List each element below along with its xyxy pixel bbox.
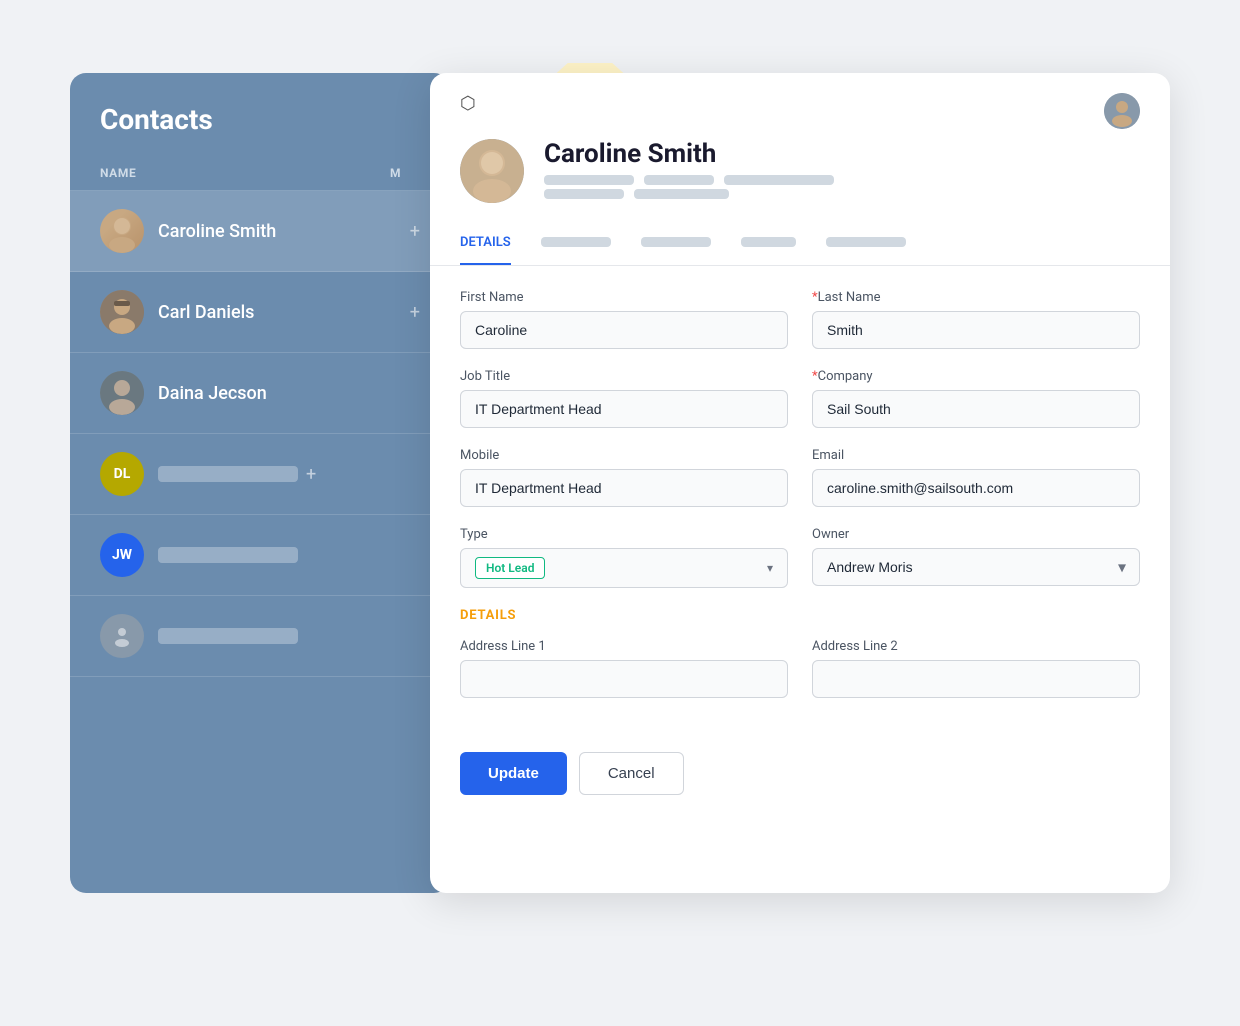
contact-header-info: Caroline Smith [544, 139, 834, 203]
form-group-email: Email [812, 448, 1140, 507]
input-address1[interactable] [460, 660, 788, 698]
form-group-jobtitle: Job Title [460, 369, 788, 428]
contact-add-dl[interactable]: + [306, 464, 316, 485]
contact-add-carl[interactable]: + [410, 302, 420, 323]
contact-name-jw-placeholder [158, 547, 298, 563]
form-group-company: *Company [812, 369, 1140, 428]
form-body: First Name *Last Name Job Title *Company [430, 266, 1170, 742]
label-owner: Owner [812, 527, 1140, 542]
update-button[interactable]: Update [460, 752, 567, 795]
button-row: Update Cancel [430, 742, 1170, 795]
label-lastname: *Last Name [812, 290, 1140, 305]
form-row-mobile: Mobile Email [460, 448, 1140, 507]
placeholder-1 [544, 175, 634, 185]
form-group-owner: Owner Andrew Moris [812, 527, 1140, 588]
label-address2: Address Line 2 [812, 639, 1140, 654]
avatar-placeholder [100, 614, 144, 658]
hot-lead-badge: Hot Lead [475, 557, 545, 579]
contact-row-carl[interactable]: Carl Daniels + [70, 272, 450, 353]
form-row-type: Type Hot Lead ▾ Owner Andrew Moris [460, 527, 1140, 588]
contact-header: Caroline Smith [430, 129, 1170, 203]
form-group-mobile: Mobile [460, 448, 788, 507]
user-avatar-small [1104, 93, 1140, 129]
tab-placeholder-5 [826, 237, 906, 247]
form-group-type: Type Hot Lead ▾ [460, 527, 788, 588]
input-jobtitle[interactable] [460, 390, 788, 428]
col-name-header: NAME [100, 166, 390, 180]
placeholder-4 [544, 189, 624, 199]
tab-5[interactable] [826, 219, 906, 265]
avatar-carl [100, 290, 144, 334]
tab-details[interactable]: DETAILS [460, 221, 511, 264]
contact-add-caroline[interactable]: + [410, 221, 420, 242]
section-label-details: DETAILS [460, 608, 1140, 623]
label-type: Type [460, 527, 788, 542]
label-company: *Company [812, 369, 1140, 384]
contact-row-jw[interactable]: JW [70, 515, 450, 596]
form-row-jobtitle: Job Title *Company [460, 369, 1140, 428]
placeholder-3 [724, 175, 834, 185]
form-group-lastname: *Last Name [812, 290, 1140, 349]
sidebar-title: Contacts [70, 103, 450, 156]
input-mobile[interactable] [460, 469, 788, 507]
panel-header: ⬡ [430, 73, 1170, 129]
contact-name-dl-placeholder [158, 466, 298, 482]
tab-2[interactable] [541, 219, 611, 265]
form-group-firstname: First Name [460, 290, 788, 349]
form-group-address2: Address Line 2 [812, 639, 1140, 698]
sidebar-header: NAME M [70, 156, 450, 191]
cancel-button[interactable]: Cancel [579, 752, 684, 795]
contact-name-caroline: Caroline Smith [158, 221, 402, 242]
tab-placeholder-2 [541, 237, 611, 247]
contact-main-name: Caroline Smith [544, 139, 834, 169]
expand-icon[interactable]: ⬡ [460, 93, 476, 114]
form-row-name: First Name *Last Name [460, 290, 1140, 349]
label-address1: Address Line 1 [460, 639, 788, 654]
placeholder-5 [634, 189, 729, 199]
contact-main-avatar [460, 139, 524, 203]
sidebar: Contacts NAME M Caroline Smith + [70, 73, 450, 893]
type-dropdown-arrow: ▾ [767, 561, 773, 575]
input-email[interactable] [812, 469, 1140, 507]
contact-row-placeholder[interactable] [70, 596, 450, 677]
tab-placeholder-4 [741, 237, 796, 247]
type-field[interactable]: Hot Lead ▾ [460, 548, 788, 588]
placeholder-2 [644, 175, 714, 185]
col-m-header: M [390, 166, 420, 180]
tabs: DETAILS [430, 219, 1170, 266]
input-company[interactable] [812, 390, 1140, 428]
avatar-dl: DL [100, 452, 144, 496]
contact-row-dl[interactable]: DL + [70, 434, 450, 515]
detail-panel: ⬡ Caroline Smith [430, 73, 1170, 893]
tab-4[interactable] [741, 219, 796, 265]
label-jobtitle: Job Title [460, 369, 788, 384]
avatar-caroline [100, 209, 144, 253]
select-owner[interactable]: Andrew Moris [812, 548, 1140, 586]
input-address2[interactable] [812, 660, 1140, 698]
input-firstname[interactable] [460, 311, 788, 349]
owner-select-wrapper: Andrew Moris [812, 548, 1140, 586]
avatar-daina [100, 371, 144, 415]
label-mobile: Mobile [460, 448, 788, 463]
avatar-jw: JW [100, 533, 144, 577]
contact-row-caroline[interactable]: Caroline Smith + [70, 191, 450, 272]
contact-name-last-placeholder [158, 628, 298, 644]
input-lastname[interactable] [812, 311, 1140, 349]
header-placeholders-row1 [544, 175, 834, 185]
contact-name-carl: Carl Daniels [158, 302, 402, 323]
label-firstname: First Name [460, 290, 788, 305]
app-container: Contacts NAME M Caroline Smith + [70, 63, 1170, 963]
header-placeholders-row2 [544, 189, 834, 199]
form-row-address: Address Line 1 Address Line 2 [460, 639, 1140, 698]
label-email: Email [812, 448, 1140, 463]
contact-row-daina[interactable]: Daina Jecson [70, 353, 450, 434]
contact-name-daina: Daina Jecson [158, 383, 420, 404]
tab-placeholder-3 [641, 237, 711, 247]
tab-3[interactable] [641, 219, 711, 265]
form-group-address1: Address Line 1 [460, 639, 788, 698]
